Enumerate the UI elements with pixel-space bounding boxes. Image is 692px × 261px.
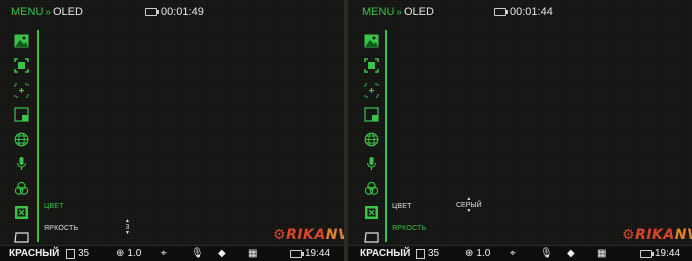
- screen-icon[interactable]: [13, 229, 29, 245]
- menu-breadcrumb: MENU» OLED: [362, 6, 434, 18]
- image-icon[interactable]: [363, 33, 379, 49]
- globe-icon[interactable]: [363, 131, 379, 147]
- timer-value: 00:01:49: [161, 6, 204, 18]
- film-icon: [416, 248, 425, 259]
- brightness-row[interactable]: ЯРКОСТЬ: [392, 225, 426, 232]
- palette-label: КРАСНЫЙ: [9, 248, 60, 259]
- globe-icon[interactable]: [13, 131, 29, 147]
- zoom-indicator: ⊕ 1.0: [465, 248, 491, 259]
- color-value[interactable]: ▲ СЕРЫЙ ▼: [456, 197, 482, 214]
- rikanv-logo: ⚙RIKANV: [622, 227, 692, 243]
- breadcrumb-separator: »: [45, 7, 51, 18]
- zoom-crosshair-icon[interactable]: [13, 82, 29, 98]
- top-bar: MENU» OLED 00:01:49: [0, 6, 344, 24]
- pip-icon[interactable]: [363, 107, 379, 123]
- battery-icon: [494, 8, 508, 16]
- rikanv-logo: ⚙RIKANV: [273, 227, 344, 243]
- logo-mark: ⚙: [622, 227, 636, 243]
- brightness-value[interactable]: ▲ 3 ▼: [125, 219, 130, 236]
- zoom-icon: ⊕: [465, 248, 474, 259]
- close-box-icon[interactable]: [13, 205, 29, 221]
- color-circles-icon[interactable]: [363, 180, 379, 196]
- battery-icon: [290, 249, 304, 258]
- zoom-crosshair-icon[interactable]: [363, 82, 379, 98]
- pip-icon[interactable]: [13, 107, 29, 123]
- microphone-icon[interactable]: [363, 156, 379, 172]
- recording-timer: 00:01:49: [145, 6, 204, 18]
- tag-icon: ▦: [597, 248, 607, 259]
- crosshair-status-icon: ⌖: [510, 248, 516, 259]
- palette-value: 35: [66, 248, 89, 259]
- sidebar-divider: [37, 30, 39, 242]
- palette-value: 35: [416, 248, 439, 259]
- close-box-icon[interactable]: [363, 205, 379, 221]
- mic-status-icon: 🎙: [191, 248, 204, 259]
- sidebar: [13, 33, 31, 254]
- menu-label: MENU: [11, 6, 44, 18]
- color-row[interactable]: ЦВЕТ: [392, 203, 412, 210]
- status-bar: КРАСНЫЙ 35 ⊕ 1.0 ⌖ 🎙 ◆ ▦ 19:44: [0, 245, 344, 261]
- zoom-icon: ⊕: [116, 248, 125, 259]
- microphone-icon[interactable]: [13, 156, 29, 172]
- palette-label: КРАСНЫЙ: [360, 248, 411, 259]
- crosshair-status-icon: ⌖: [161, 248, 167, 259]
- zoom-indicator: ⊕ 1.0: [116, 248, 142, 259]
- logo-mark: ⚙: [273, 227, 287, 243]
- menu-section: OLED: [403, 6, 434, 18]
- brightness-row[interactable]: ЯРКОСТЬ: [44, 225, 78, 232]
- clock-indicator: 19:44: [640, 248, 680, 259]
- film-icon: [66, 248, 75, 259]
- sidebar-divider: [385, 30, 387, 242]
- arrow-down-icon: ▼: [125, 230, 130, 236]
- wifi-icon: ◆: [567, 248, 575, 259]
- top-bar: MENU» OLED 00:01:44: [348, 6, 692, 24]
- battery-icon: [640, 249, 654, 258]
- menu-section: OLED: [52, 6, 83, 18]
- status-bar: КРАСНЫЙ 35 ⊕ 1.0 ⌖ 🎙 ◆ ▦ 19:44: [348, 245, 692, 261]
- screen-icon[interactable]: [363, 229, 379, 245]
- tag-icon: ▦: [248, 248, 258, 259]
- clock-indicator: 19:44: [290, 248, 330, 259]
- left-panel: MENU» OLED 00:01:49 ЦВЕТ ЯРКОСТЬ ▲ 3 ▼ ⚙R…: [0, 0, 344, 261]
- mic-status-icon: 🎙: [540, 248, 553, 259]
- crosshair-icon[interactable]: [363, 58, 379, 74]
- timer-value: 00:01:44: [510, 6, 553, 18]
- image-icon[interactable]: [13, 33, 29, 49]
- crosshair-icon[interactable]: [13, 58, 29, 74]
- menu-label: MENU: [362, 6, 395, 18]
- color-row[interactable]: ЦВЕТ: [44, 203, 64, 210]
- battery-icon: [145, 8, 159, 16]
- breadcrumb-separator: »: [396, 7, 402, 18]
- right-panel: MENU» OLED 00:01:44 ЦВЕТ ▲ СЕРЫЙ ▼ ЯРКОСТ…: [348, 0, 692, 261]
- menu-breadcrumb: MENU» OLED: [11, 6, 83, 18]
- color-circles-icon[interactable]: [13, 180, 29, 196]
- arrow-down-icon: ▼: [466, 208, 472, 214]
- wifi-icon: ◆: [218, 248, 226, 259]
- recording-timer: 00:01:44: [494, 6, 553, 18]
- sidebar: [363, 33, 381, 254]
